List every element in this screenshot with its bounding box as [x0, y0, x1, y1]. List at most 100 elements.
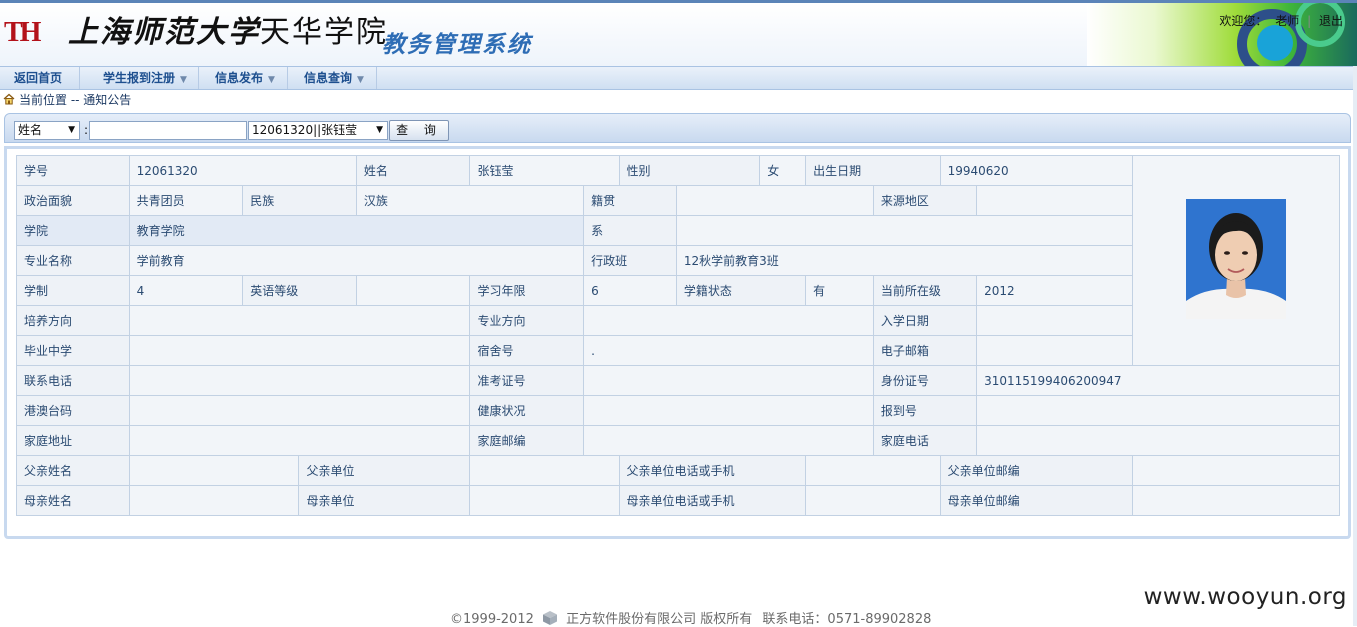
footer: ©1999-2012 正方软件股份有限公司 版权所有 联系电话：0571-899…: [450, 608, 931, 627]
label-hk-macau-tw: 港澳台码: [16, 395, 130, 426]
label-id-card: 身份证号: [872, 365, 978, 396]
value-health: [583, 395, 874, 426]
search-input[interactable]: [89, 121, 247, 140]
student-info-table: 学号 12061320 姓名 张钰莹 性别 女 出生日期 19940620 政治…: [16, 155, 1340, 516]
table-row: 学号 12061320 姓名 张钰莹 性别 女 出生日期 19940620: [16, 155, 1340, 366]
student-result-select[interactable]: 12061320||张钰莹 ▼: [248, 121, 388, 140]
chevron-down-icon: ▼: [68, 125, 75, 135]
menu-item-query[interactable]: 信息查询 ▼: [288, 67, 377, 89]
logout-link[interactable]: 退出: [1319, 14, 1343, 28]
footer-copyright: ©1999-2012: [450, 612, 534, 627]
label-father-name: 父亲姓名: [16, 455, 130, 486]
label-email: 电子邮箱: [872, 335, 978, 366]
system-title: 教务管理系统: [382, 32, 532, 58]
table-row: 联系电话 准考证号 身份证号 310115199406200947: [16, 365, 1340, 396]
value-major: 学前教育: [128, 245, 585, 276]
label-mother-work: 母亲单位: [298, 485, 471, 516]
value-department: [675, 215, 1134, 246]
page-scrollbar[interactable]: [1353, 66, 1357, 626]
label-health: 健康状况: [469, 395, 585, 426]
student-info-panel: 学号 12061320 姓名 张钰莹 性别 女 出生日期 19940620 政治…: [4, 146, 1351, 539]
table-row: 父亲姓名 父亲单位 父亲单位电话或手机 父亲单位邮编: [16, 455, 1340, 486]
label-mother-phone: 母亲单位电话或手机: [618, 485, 807, 516]
photo-cell: [1132, 155, 1340, 366]
user-link[interactable]: 老师: [1275, 14, 1299, 28]
home-icon: [3, 93, 15, 105]
value-email: [976, 335, 1134, 366]
label-mother-name: 母亲姓名: [16, 485, 130, 516]
chevron-down-icon: ▼: [357, 75, 364, 85]
footer-company: 正方软件股份有限公司 版权所有: [566, 612, 753, 627]
table-row: 家庭地址 家庭邮编 家庭电话: [16, 425, 1340, 456]
value-father-phone: [805, 455, 941, 486]
label-entry-date: 入学日期: [872, 305, 978, 336]
value-dorm: .: [583, 335, 874, 366]
label-political: 政治面貌: [16, 185, 130, 216]
breadcrumb-text: 当前位置 -- 通知公告: [19, 93, 132, 107]
label-high-school: 毕业中学: [16, 335, 130, 366]
value-mother-work: [469, 485, 620, 516]
label-father-work: 父亲单位: [298, 455, 471, 486]
value-origin-region: [976, 185, 1134, 216]
label-major: 专业名称: [16, 245, 130, 276]
label-birth-date: 出生日期: [805, 155, 941, 186]
value-exam-ticket: [583, 365, 874, 396]
label-program-length: 学制: [16, 275, 130, 306]
student-photo: [1186, 199, 1287, 319]
value-admin-class: 12秋学前教育3班: [675, 245, 1134, 276]
value-report-no: [976, 395, 1340, 426]
value-college: 教育学院: [128, 215, 585, 246]
label-phone: 联系电话: [16, 365, 130, 396]
value-high-school: [128, 335, 471, 366]
label-father-postcode: 父亲单位邮编: [939, 455, 1134, 486]
menu-item-registration[interactable]: 学生报到注册 ▼: [80, 67, 199, 89]
value-name: 张钰莹: [469, 155, 620, 186]
label-name: 姓名: [355, 155, 471, 186]
menu-item-home[interactable]: 返回首页: [0, 67, 80, 89]
school-name-script: 上海师范大学: [68, 15, 260, 50]
table-row: 母亲姓名 母亲单位 母亲单位电话或手机 母亲单位邮编: [16, 485, 1340, 516]
label-home-postcode: 家庭邮编: [469, 425, 585, 456]
label-origin-region: 来源地区: [872, 185, 978, 216]
chevron-down-icon: ▼: [376, 125, 383, 135]
label-gender: 性别: [618, 155, 761, 186]
value-hk-macau-tw: [128, 395, 471, 426]
label-training-direction: 培养方向: [16, 305, 130, 336]
label-major-direction: 专业方向: [469, 305, 585, 336]
watermark: www.wooyun.org: [1143, 584, 1347, 610]
label-home-phone: 家庭电话: [872, 425, 978, 456]
label-report-no: 报到号: [872, 395, 978, 426]
chevron-down-icon: ▼: [180, 75, 187, 85]
value-father-postcode: [1132, 455, 1340, 486]
value-student-id: 12061320: [128, 155, 357, 186]
label-english-level: 英语等级: [242, 275, 357, 306]
label-mother-postcode: 母亲单位邮编: [939, 485, 1134, 516]
main-menu: 返回首页 学生报到注册 ▼ 信息发布 ▼ 信息查询 ▼: [0, 66, 1357, 90]
value-political: 共青团员: [128, 185, 244, 216]
value-home-postcode: [583, 425, 874, 456]
label-student-id: 学号: [16, 155, 130, 186]
value-native-place: [675, 185, 874, 216]
breadcrumb: 当前位置 -- 通知公告: [3, 91, 131, 109]
value-home-phone: [976, 425, 1340, 456]
query-button[interactable]: 查 询: [389, 120, 449, 141]
search-bar: 姓名 ▼ : 12061320||张钰莹 ▼ 查 询: [4, 113, 1351, 143]
value-birth-date: 19940620: [939, 155, 1134, 186]
label-enrollment-status: 学籍状态: [675, 275, 807, 306]
label-dorm: 宿舍号: [469, 335, 585, 366]
footer-contact: 联系电话：0571-89902828: [762, 612, 932, 627]
value-home-address: [128, 425, 471, 456]
value-ethnicity: 汉族: [355, 185, 585, 216]
user-bar: 欢迎您： 老师 | 退出: [1219, 14, 1343, 28]
label-admin-class: 行政班: [583, 245, 677, 276]
logo-mark: TH: [4, 17, 41, 48]
search-field-select[interactable]: 姓名 ▼: [14, 121, 80, 140]
value-current-grade: 2012: [976, 275, 1134, 306]
menu-item-publish[interactable]: 信息发布 ▼: [199, 67, 288, 89]
value-enrollment-status: 有: [805, 275, 874, 306]
value-major-direction: [583, 305, 874, 336]
label-study-years: 学习年限: [469, 275, 585, 306]
chevron-down-icon: ▼: [268, 75, 275, 85]
value-father-work: [469, 455, 620, 486]
label-ethnicity: 民族: [242, 185, 357, 216]
